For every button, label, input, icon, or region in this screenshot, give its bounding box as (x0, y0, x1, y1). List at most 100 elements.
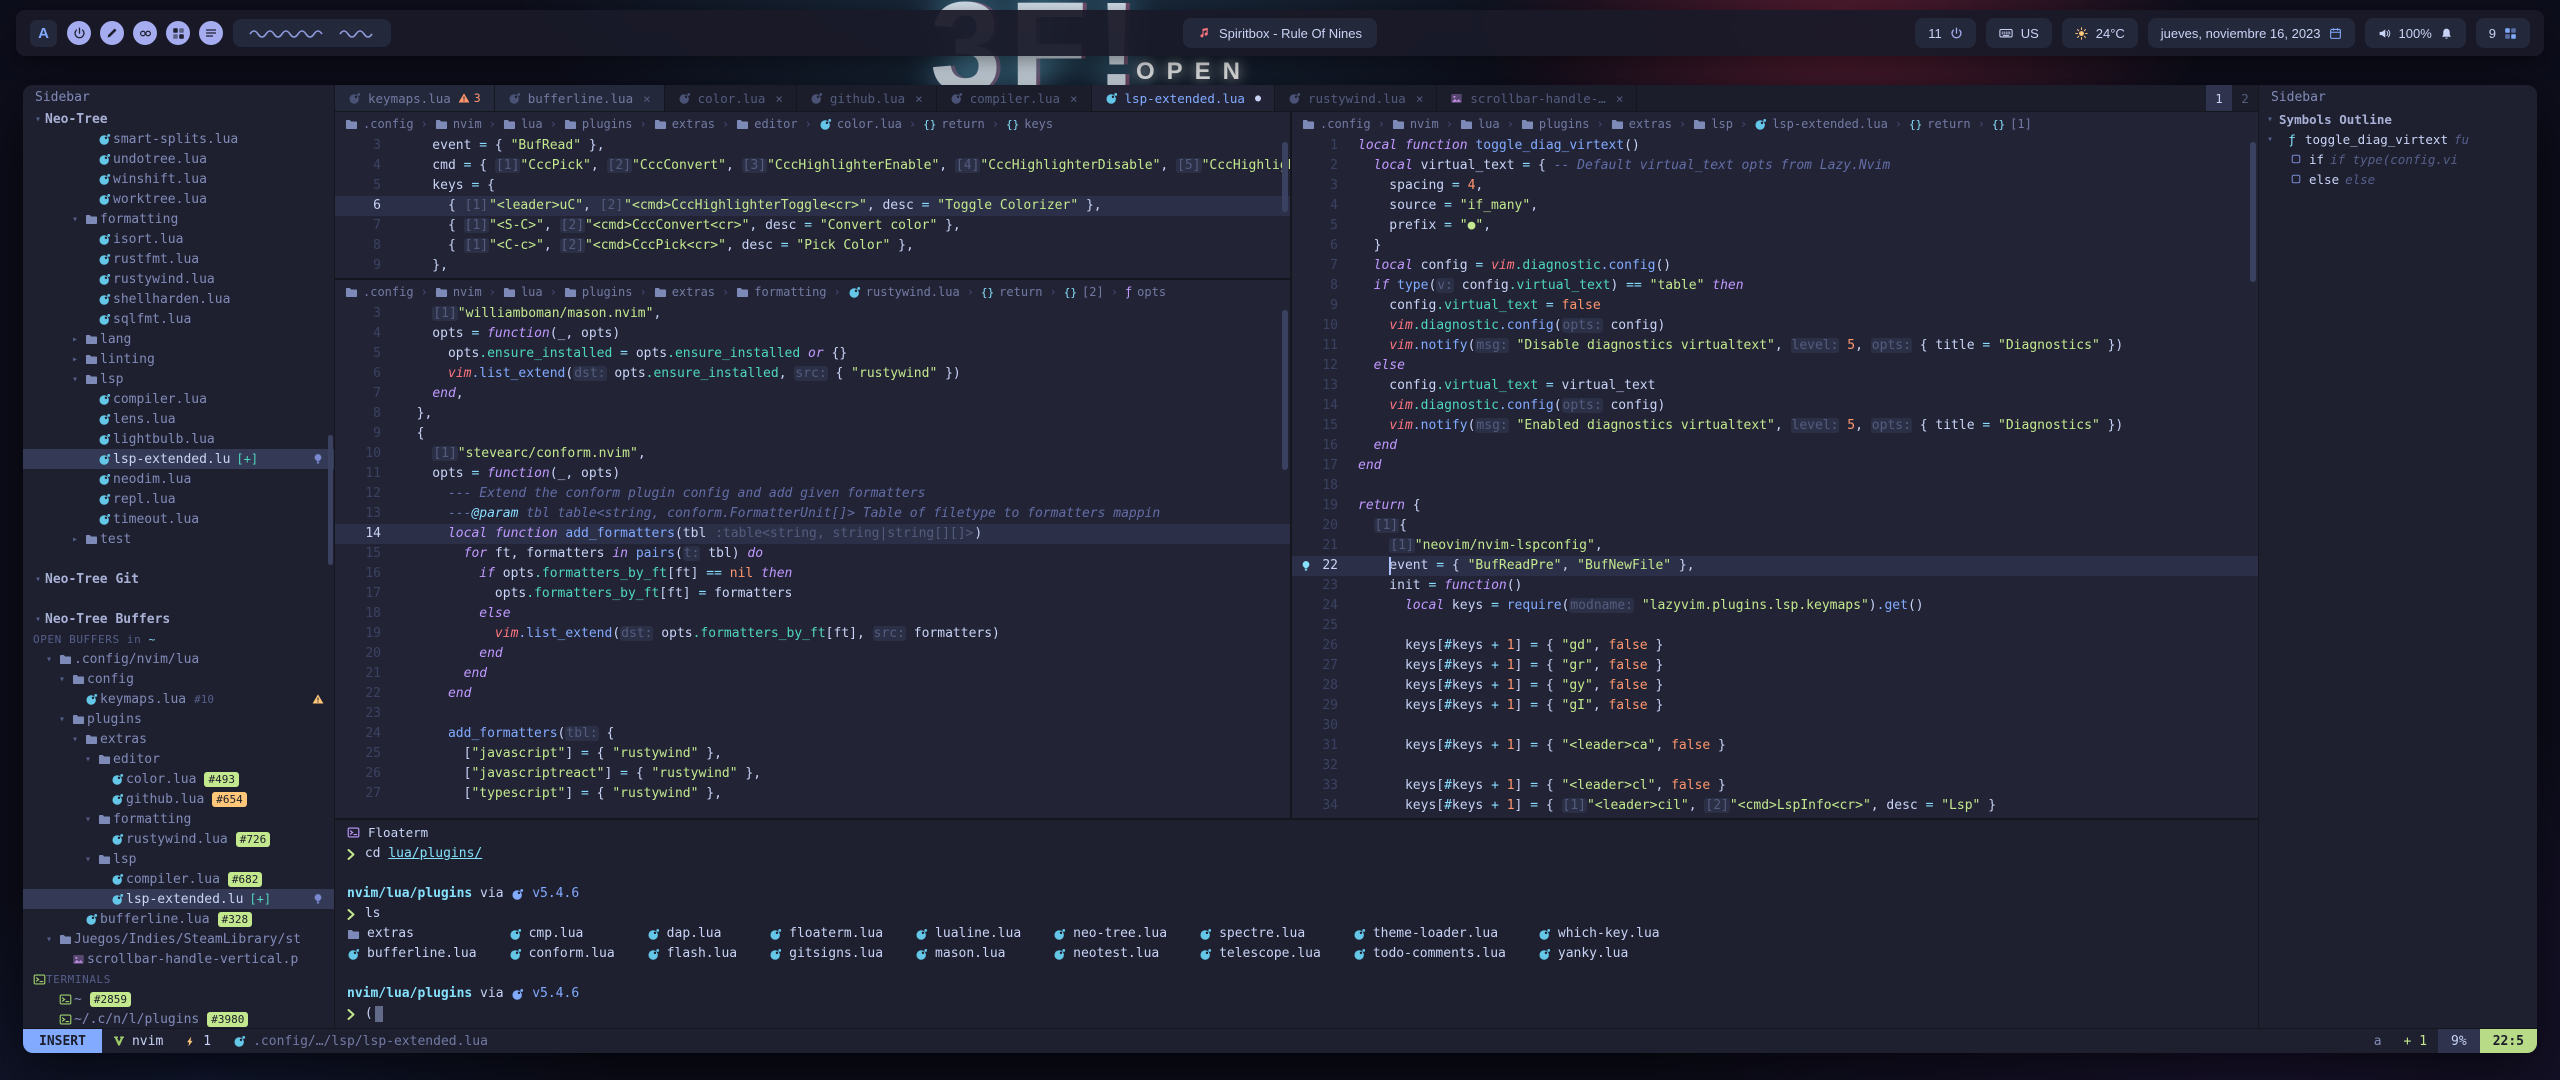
tree-item[interactable]: ▾lsp (23, 849, 334, 869)
code-area[interactable]: 3 event = { "BufRead" },4 cmd = { [1]"Cc… (335, 136, 1290, 278)
dock-icon-list[interactable] (199, 21, 223, 45)
launcher-logo[interactable]: A (30, 20, 57, 47)
breadcrumb-segment[interactable]: extras (654, 285, 715, 299)
tab-lsp-extended.lua[interactable]: lsp-extended.lua● (1092, 85, 1275, 111)
code-line[interactable]: 9 }, (335, 256, 1290, 276)
tree-item[interactable]: ▸test (23, 529, 334, 549)
tree-item[interactable]: shellharden.lua (23, 289, 334, 309)
code-line[interactable]: 18 else (335, 604, 1290, 624)
code-line[interactable]: 6 } (1292, 236, 2258, 256)
weather-module[interactable]: 24°C (2062, 18, 2138, 48)
breadcrumb-segment[interactable]: .config (1302, 117, 1371, 131)
ls-entry[interactable]: cmp.lua (509, 924, 615, 944)
code-line[interactable]: 4 opts = function(_, opts) (335, 324, 1290, 344)
code-line[interactable]: 10 vim.diagnostic.config(opts: config) (1292, 316, 2258, 336)
code-line[interactable]: 11 opts = function(_, opts) (335, 464, 1290, 484)
code-line[interactable]: 7 end, (335, 384, 1290, 404)
tree-item[interactable]: keymaps.lua#10 (23, 689, 334, 709)
tab-close-icon[interactable]: × (775, 91, 783, 106)
ls-entry[interactable]: bufferline.lua (347, 944, 477, 964)
code-line[interactable]: 34 keys[#keys + 1] = { [1]"<leader>cil",… (1292, 796, 2258, 816)
code-line[interactable]: 27 ["typescript"] = { "rustywind" }, (335, 784, 1290, 804)
breadcrumb-segment[interactable]: lua (1460, 117, 1500, 131)
breadcrumb-segment[interactable]: formatting (736, 285, 826, 299)
tree-item[interactable]: worktree.lua (23, 189, 334, 209)
tree-item[interactable]: ▾formatting (23, 809, 334, 829)
dock-icon-grid[interactable] (166, 21, 190, 45)
outline-item-if[interactable]: ifif type(config.vi (2259, 149, 2537, 169)
tree-item[interactable]: rustfmt.lua (23, 249, 334, 269)
pane-scrollbar[interactable] (2250, 142, 2256, 282)
ls-entry[interactable]: spectre.lua (1199, 924, 1321, 944)
code-line[interactable]: 7 { [1]"<S-C>", [2]"<cmd>CccConvert<cr>"… (335, 216, 1290, 236)
code-line[interactable]: 2 local virtual_text = { -- Default virt… (1292, 156, 2258, 176)
tree-item[interactable]: ~/.c/n/l/plugins#3980 (23, 1009, 334, 1028)
tree-item[interactable]: ▾editor (23, 749, 334, 769)
tree-item[interactable]: lsp-extended.lu[+] (23, 889, 334, 909)
ls-entry[interactable]: extras (347, 924, 477, 944)
breadcrumb-segment[interactable]: extras (1611, 117, 1672, 131)
breadcrumb-segment[interactable]: lua (503, 117, 543, 131)
code-line[interactable]: 14 local function add_formatters(tbl :ta… (335, 524, 1290, 544)
code-line[interactable]: 5 opts.ensure_installed = opts.ensure_in… (335, 344, 1290, 364)
tab-close-icon[interactable]: × (1070, 91, 1078, 106)
code-line[interactable]: 21 end (335, 664, 1290, 684)
ls-entry[interactable]: conform.lua (509, 944, 615, 964)
code-line[interactable]: 33 keys[#keys + 1] = { "<leader>cl", fal… (1292, 776, 2258, 796)
tree-item[interactable]: lightbulb.lua (23, 429, 334, 449)
outline-item-else[interactable]: elseelse (2259, 169, 2537, 189)
code-line[interactable]: 12 --- Extend the conform plugin config … (335, 484, 1290, 504)
code-line[interactable]: 12 else (1292, 356, 2258, 376)
code-line[interactable]: 5 prefix = "●", (1292, 216, 2258, 236)
code-line[interactable]: 22 end (335, 684, 1290, 704)
tree-item[interactable]: github.lua#654 (23, 789, 334, 809)
tree-item[interactable]: ▸lang (23, 329, 334, 349)
tree-item[interactable]: ▾formatting (23, 209, 334, 229)
code-line[interactable]: 10 [1]"stevearc/conform.nvim", (335, 444, 1290, 464)
code-line[interactable]: 13 ---@param tbl table<string, conform.F… (335, 504, 1290, 524)
code-line[interactable]: 13 config.virtual_text = virtual_text (1292, 376, 2258, 396)
tree-item[interactable]: compiler.lua (23, 389, 334, 409)
code-line[interactable]: 3 spacing = 4, (1292, 176, 2258, 196)
tab-close-icon[interactable]: × (1416, 91, 1424, 106)
code-line[interactable]: 5 keys = { (335, 176, 1290, 196)
breadcrumb-segment[interactable]: .config (345, 117, 414, 131)
ls-entry[interactable]: dap.lua (647, 924, 737, 944)
code-line[interactable]: 15 vim.notify(msg: "Enabled diagnostics … (1292, 416, 2258, 436)
code-line[interactable]: 30 (1292, 716, 2258, 736)
clock-module[interactable]: jueves, noviembre 16, 2023 (2148, 18, 2355, 48)
ls-entry[interactable]: todo-comments.lua (1353, 944, 1506, 964)
code-line[interactable]: 3 [1]"williamboman/mason.nvim", (335, 304, 1290, 324)
code-line[interactable]: 20 end (335, 644, 1290, 664)
tab-close-icon[interactable]: × (915, 91, 923, 106)
dock-icon-infinity[interactable] (133, 21, 157, 45)
dock-icon-pen[interactable] (100, 21, 124, 45)
tree-item[interactable]: ~#2859 (23, 989, 334, 1009)
code-line[interactable]: 28 keys[#keys + 1] = { "gy", false } (1292, 676, 2258, 696)
code-area[interactable]: 3 [1]"williamboman/mason.nvim",4 opts = … (335, 304, 1290, 818)
code-line[interactable]: 32 (1292, 756, 2258, 776)
breadcrumb-segment[interactable]: lua (503, 285, 543, 299)
breadcrumb-segment[interactable]: editor (736, 117, 797, 131)
code-line[interactable]: 4 cmd = { [1]"CccPick", [2]"CccConvert",… (335, 156, 1290, 176)
code-line[interactable]: 19return { (1292, 496, 2258, 516)
floaterm-panel[interactable]: Floaterm cd lua/plugins/nvim/lua/plugins… (335, 818, 2258, 1028)
workspaces-module[interactable]: 9 (2476, 18, 2530, 48)
tab-color.lua[interactable]: color.lua× (665, 85, 797, 111)
code-line[interactable]: 17 opts.formatters_by_ft[ft] = formatter… (335, 584, 1290, 604)
tab-github.lua[interactable]: github.lua× (797, 85, 937, 111)
tree-item[interactable]: ▾.config/nvim/lua (23, 649, 334, 669)
breadcrumb-segment[interactable]: lsp (1693, 117, 1733, 131)
code-line[interactable]: 31 keys[#keys + 1] = { "<leader>ca", fal… (1292, 736, 2258, 756)
breadcrumb-segment[interactable]: plugins (564, 285, 633, 299)
tab-close-icon[interactable]: × (1616, 91, 1624, 106)
breadcrumb-segment[interactable]: color.lua (819, 117, 902, 131)
breadcrumb-segment[interactable]: {}keys (1006, 117, 1053, 131)
breadcrumb-segment[interactable]: plugins (564, 117, 633, 131)
tree-item[interactable]: ▾plugins (23, 709, 334, 729)
code-line[interactable]: 23 (335, 704, 1290, 724)
keyboard-layout-module[interactable]: US (1986, 18, 2052, 48)
ls-entry[interactable]: floaterm.lua (769, 924, 883, 944)
code-line[interactable]: 22 event = { "BufReadPre", "BufNewFile" … (1292, 556, 2258, 576)
code-line[interactable]: 26 ["javascriptreact"] = { "rustywind" }… (335, 764, 1290, 784)
